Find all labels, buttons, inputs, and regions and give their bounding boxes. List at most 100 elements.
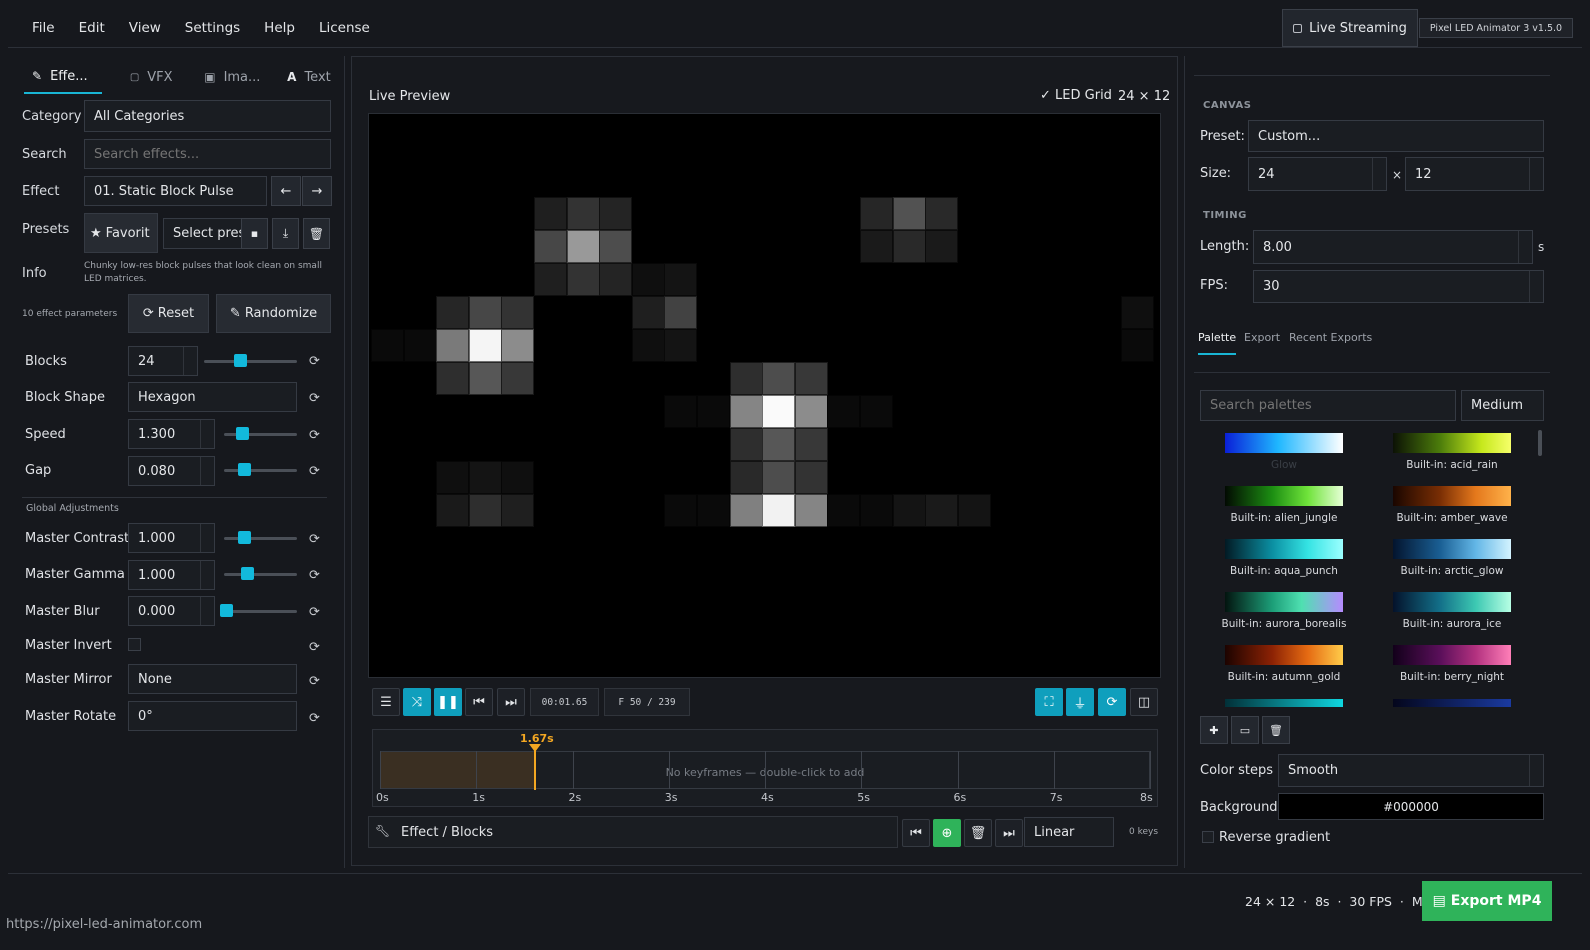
master-blur-slider-handle[interactable] (220, 604, 233, 617)
open-palette-button[interactable]: ▭ (1231, 716, 1259, 744)
prev-keyframe-button[interactable]: ⏮ (902, 819, 930, 847)
new-palette-button[interactable]: ✚ (1200, 716, 1228, 744)
palette-swatch[interactable] (1393, 433, 1511, 453)
interpolation-select[interactable]: Linear (1024, 817, 1114, 847)
playhead[interactable] (534, 748, 536, 790)
delete-keyframe-button[interactable]: 🗑 (964, 819, 992, 847)
param-blocks-input[interactable]: 24 (128, 346, 198, 376)
master-rotate-input[interactable]: 0° (128, 701, 297, 731)
palette-swatch[interactable] (1393, 592, 1511, 612)
menu-settings[interactable]: Settings (185, 20, 240, 36)
reset-param-icon[interactable]: ⟳ (309, 568, 320, 583)
keyframe-track-select[interactable]: 🔧︎ Effect / Blocks (368, 816, 898, 848)
favorite-button[interactable]: ★ Favorit (84, 213, 158, 253)
palette-swatch[interactable] (1225, 645, 1343, 665)
menu-button[interactable]: ☰ (372, 688, 400, 716)
menu-license[interactable]: License (319, 20, 370, 36)
stepper[interactable] (200, 420, 214, 448)
canvas-height-input[interactable]: 12 (1405, 157, 1544, 191)
keyframe-timeline[interactable]: No keyframes — double-click to add 1.67s… (372, 729, 1158, 807)
param-gap-slider-handle[interactable] (237, 463, 251, 476)
palette-swatch[interactable] (1225, 486, 1343, 506)
export-mp4-button[interactable]: ▤ Export MP4 (1422, 881, 1552, 921)
reset-param-icon[interactable]: ⟳ (309, 674, 320, 689)
next-keyframe-button[interactable]: ⏭ (995, 819, 1023, 847)
reset-param-icon[interactable]: ⟳ (309, 391, 320, 406)
reset-param-icon[interactable]: ⟳ (309, 354, 320, 369)
master-gamma-slider-handle[interactable] (240, 567, 254, 580)
split-view-button[interactable]: ◫ (1130, 688, 1158, 716)
led-preview-canvas[interactable] (368, 113, 1161, 678)
param-gap-slider[interactable] (224, 469, 297, 472)
category-select[interactable]: All Categories (84, 100, 331, 132)
skip-start-button[interactable]: ⏮ (465, 688, 493, 716)
add-keyframe-button[interactable]: ⊕ (933, 819, 961, 847)
param-speed-slider-handle[interactable] (235, 427, 249, 440)
param-block-shape-select[interactable]: Hexagon (128, 382, 297, 412)
palette-swatch[interactable] (1393, 699, 1511, 707)
master-invert-checkbox[interactable] (128, 638, 141, 651)
palette-swatch[interactable] (1393, 539, 1511, 559)
website-url[interactable]: https://pixel-led-animator.com (6, 917, 202, 932)
palette-swatch[interactable] (1225, 539, 1343, 559)
tab-vfx[interactable]: ▢ VFX (120, 60, 183, 94)
master-blur-input[interactable]: 0.000 (128, 596, 215, 626)
reverse-gradient-checkbox[interactable] (1202, 831, 1214, 843)
stepper[interactable] (1529, 158, 1543, 190)
param-gap-input[interactable]: 0.080 (128, 456, 215, 486)
fullscreen-button[interactable]: ⛶ (1035, 688, 1063, 716)
palette-swatch[interactable] (1393, 486, 1511, 506)
master-blur-slider[interactable] (224, 610, 297, 613)
connect-button[interactable]: ⏚ (1066, 688, 1094, 716)
stepper[interactable] (1529, 755, 1543, 786)
color-steps-select[interactable]: Smooth (1278, 754, 1544, 787)
palette-swatch[interactable] (1393, 645, 1511, 665)
tab-images[interactable]: ▣ Ima... (201, 60, 264, 94)
master-contrast-input[interactable]: 1.000 (128, 523, 215, 553)
menu-help[interactable]: Help (264, 20, 295, 36)
tab-effects[interactable]: ✎ Effe... (24, 60, 102, 94)
palette-scrollbar[interactable] (1538, 430, 1542, 456)
stepper[interactable] (200, 457, 214, 485)
randomize-button[interactable]: ✎ Randomize (216, 294, 331, 333)
canvas-preset-select[interactable]: Custom... (1248, 120, 1544, 152)
next-effect-button[interactable]: → (302, 176, 332, 206)
reset-param-icon[interactable]: ⟳ (309, 464, 320, 479)
loop-button[interactable]: ⟳ (1098, 688, 1126, 716)
save-preset-button[interactable]: ▪ (241, 218, 268, 249)
tab-text[interactable]: A Text (282, 60, 336, 94)
master-contrast-slider-handle[interactable] (238, 531, 251, 544)
led-grid-checkbox[interactable]: ✓ LED Grid (1040, 88, 1112, 103)
reset-param-icon[interactable]: ⟳ (309, 711, 320, 726)
reset-param-icon[interactable]: ⟳ (309, 532, 320, 547)
preset-select[interactable]: Select prese (163, 218, 243, 249)
palette-swatch[interactable] (1225, 433, 1343, 453)
param-blocks-slider-handle[interactable] (234, 354, 248, 367)
live-streaming-button[interactable]: Live Streaming (1282, 9, 1418, 47)
palette-density-select[interactable]: Medium (1461, 390, 1544, 421)
playhead-marker-icon[interactable] (529, 744, 541, 752)
tab-recent-exports[interactable]: Recent Exports (1289, 331, 1372, 344)
stepper[interactable] (183, 347, 197, 375)
delete-preset-button[interactable]: 🗑 (303, 218, 330, 249)
master-contrast-slider[interactable] (224, 537, 297, 540)
download-preset-button[interactable]: ⤓ (272, 218, 299, 249)
stepper[interactable] (1372, 158, 1386, 190)
stepper[interactable] (1518, 231, 1532, 263)
master-gamma-slider[interactable] (224, 573, 297, 576)
param-speed-slider[interactable] (224, 433, 297, 436)
reset-param-icon[interactable]: ⟳ (309, 640, 320, 655)
menu-edit[interactable]: Edit (79, 20, 105, 36)
canvas-width-input[interactable]: 24 (1248, 157, 1387, 191)
master-mirror-select[interactable]: None (128, 664, 297, 694)
stepper[interactable] (1529, 271, 1543, 302)
tab-export[interactable]: Export (1244, 331, 1280, 344)
search-palettes-input[interactable] (1200, 390, 1456, 421)
stepper[interactable] (200, 597, 214, 625)
stepper[interactable] (200, 561, 214, 589)
fps-input[interactable]: 30 (1253, 270, 1544, 303)
menu-view[interactable]: View (129, 20, 161, 36)
background-color-picker[interactable]: #000000 (1278, 793, 1544, 820)
param-speed-input[interactable]: 1.300 (128, 419, 215, 449)
menu-file[interactable]: File (32, 20, 55, 36)
